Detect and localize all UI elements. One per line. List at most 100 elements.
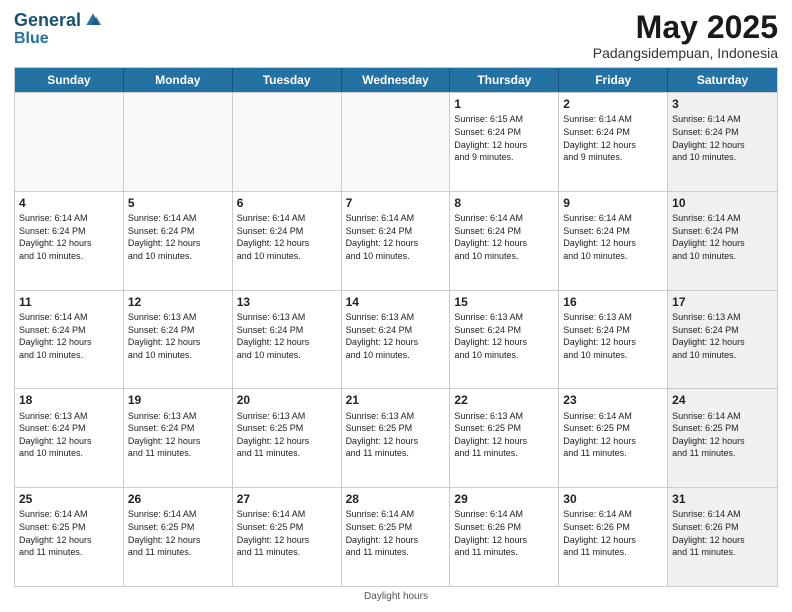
day-info: Sunrise: 6:13 AM Sunset: 6:25 PM Dayligh… — [237, 410, 337, 460]
day-info: Sunrise: 6:13 AM Sunset: 6:25 PM Dayligh… — [346, 410, 446, 460]
day-info: Sunrise: 6:14 AM Sunset: 6:24 PM Dayligh… — [128, 212, 228, 262]
day-number: 15 — [454, 294, 554, 310]
day-info: Sunrise: 6:14 AM Sunset: 6:24 PM Dayligh… — [19, 212, 119, 262]
day-number: 18 — [19, 392, 119, 408]
table-row: 7Sunrise: 6:14 AM Sunset: 6:24 PM Daylig… — [342, 192, 451, 290]
day-info: Sunrise: 6:14 AM Sunset: 6:24 PM Dayligh… — [237, 212, 337, 262]
day-number: 31 — [672, 491, 773, 507]
table-row: 20 Sunrise: 6:13 AM Sunset: 6:25 PM Dayli… — [233, 389, 342, 487]
table-row: 4Sunrise: 6:14 AM Sunset: 6:24 PM Daylig… — [15, 192, 124, 290]
day-number: 21 — [346, 392, 446, 408]
page: General Blue May 2025 Padangsidempuan, I… — [0, 0, 792, 612]
day-info: Sunrise: 6:14 AM Sunset: 6:24 PM Dayligh… — [19, 311, 119, 361]
calendar-row-1: 4Sunrise: 6:14 AM Sunset: 6:24 PM Daylig… — [15, 191, 777, 290]
day-info: Sunrise: 6:13 AM Sunset: 6:24 PM Dayligh… — [346, 311, 446, 361]
table-row: 12Sunrise: 6:13 AM Sunset: 6:24 PM Dayli… — [124, 291, 233, 389]
table-row: 19 Sunrise: 6:13 AM Sunset: 6:24 PM Dayli… — [124, 389, 233, 487]
table-row: 18 Sunrise: 6:13 AM Sunset: 6:24 PM Dayli… — [15, 389, 124, 487]
table-row: 17Sunrise: 6:13 AM Sunset: 6:24 PM Dayli… — [668, 291, 777, 389]
location-subtitle: Padangsidempuan, Indonesia — [593, 45, 778, 61]
day-number: 14 — [346, 294, 446, 310]
day-number: 7 — [346, 195, 446, 211]
day-info: Sunrise: 6:14 AM Sunset: 6:25 PM Dayligh… — [346, 508, 446, 558]
table-row: 5Sunrise: 6:14 AM Sunset: 6:24 PM Daylig… — [124, 192, 233, 290]
day-number: 30 — [563, 491, 663, 507]
day-info: Sunrise: 6:14 AM Sunset: 6:24 PM Dayligh… — [346, 212, 446, 262]
day-info: Sunrise: 6:14 AM Sunset: 6:25 PM Dayligh… — [19, 508, 119, 558]
day-info: Sunrise: 6:14 AM Sunset: 6:25 PM Dayligh… — [237, 508, 337, 558]
day-number: 13 — [237, 294, 337, 310]
day-number: 1 — [454, 96, 554, 112]
calendar: SundayMondayTuesdayWednesdayThursdayFrid… — [14, 67, 778, 587]
day-number: 29 — [454, 491, 554, 507]
day-info: Sunrise: 6:13 AM Sunset: 6:24 PM Dayligh… — [237, 311, 337, 361]
table-row: 23 Sunrise: 6:14 AM Sunset: 6:25 PM Dayli… — [559, 389, 668, 487]
day-info: Sunrise: 6:14 AM Sunset: 6:24 PM Dayligh… — [672, 212, 773, 262]
table-row: 13Sunrise: 6:13 AM Sunset: 6:24 PM Dayli… — [233, 291, 342, 389]
day-number: 17 — [672, 294, 773, 310]
day-info: Sunrise: 6:14 AM Sunset: 6:26 PM Dayligh… — [672, 508, 773, 558]
footer-note: Daylight hours — [14, 591, 778, 602]
day-info: Sunrise: 6:14 AM Sunset: 6:25 PM Dayligh… — [672, 410, 773, 460]
table-row: 3Sunrise: 6:14 AM Sunset: 6:24 PM Daylig… — [668, 93, 777, 191]
calendar-header: SundayMondayTuesdayWednesdayThursdayFrid… — [15, 68, 777, 92]
day-number: 5 — [128, 195, 228, 211]
day-number: 22 — [454, 392, 554, 408]
day-info: Sunrise: 6:13 AM Sunset: 6:24 PM Dayligh… — [563, 311, 663, 361]
table-row: 8Sunrise: 6:14 AM Sunset: 6:24 PM Daylig… — [450, 192, 559, 290]
day-info: Sunrise: 6:13 AM Sunset: 6:24 PM Dayligh… — [19, 410, 119, 460]
day-number: 6 — [237, 195, 337, 211]
day-info: Sunrise: 6:15 AM Sunset: 6:24 PM Dayligh… — [454, 113, 554, 163]
day-number: 20 — [237, 392, 337, 408]
header-day-monday: Monday — [124, 68, 233, 92]
table-row — [233, 93, 342, 191]
day-number: 2 — [563, 96, 663, 112]
logo-text-blue: Blue — [14, 30, 49, 47]
table-row — [15, 93, 124, 191]
table-row: 27Sunrise: 6:14 AM Sunset: 6:25 PM Dayli… — [233, 488, 342, 586]
calendar-row-3: 18 Sunrise: 6:13 AM Sunset: 6:24 PM Dayli… — [15, 388, 777, 487]
day-number: 28 — [346, 491, 446, 507]
day-info: Sunrise: 6:14 AM Sunset: 6:26 PM Dayligh… — [563, 508, 663, 558]
header-day-tuesday: Tuesday — [233, 68, 342, 92]
logo: General Blue — [14, 10, 103, 48]
day-info: Sunrise: 6:14 AM Sunset: 6:25 PM Dayligh… — [563, 410, 663, 460]
day-info: Sunrise: 6:14 AM Sunset: 6:24 PM Dayligh… — [563, 113, 663, 163]
table-row: 25Sunrise: 6:14 AM Sunset: 6:25 PM Dayli… — [15, 488, 124, 586]
day-number: 10 — [672, 195, 773, 211]
calendar-row-4: 25Sunrise: 6:14 AM Sunset: 6:25 PM Dayli… — [15, 487, 777, 586]
day-number: 23 — [563, 392, 663, 408]
table-row: 1Sunrise: 6:15 AM Sunset: 6:24 PM Daylig… — [450, 93, 559, 191]
calendar-row-0: 1Sunrise: 6:15 AM Sunset: 6:24 PM Daylig… — [15, 92, 777, 191]
day-number: 4 — [19, 195, 119, 211]
header-day-wednesday: Wednesday — [342, 68, 451, 92]
table-row: 14Sunrise: 6:13 AM Sunset: 6:24 PM Dayli… — [342, 291, 451, 389]
header-day-sunday: Sunday — [15, 68, 124, 92]
table-row: 31Sunrise: 6:14 AM Sunset: 6:26 PM Dayli… — [668, 488, 777, 586]
month-title: May 2025 — [593, 10, 778, 45]
header-day-thursday: Thursday — [450, 68, 559, 92]
logo-text-general: General — [14, 11, 81, 29]
table-row: 30Sunrise: 6:14 AM Sunset: 6:26 PM Dayli… — [559, 488, 668, 586]
day-number: 24 — [672, 392, 773, 408]
table-row: 2Sunrise: 6:14 AM Sunset: 6:24 PM Daylig… — [559, 93, 668, 191]
day-number: 12 — [128, 294, 228, 310]
day-info: Sunrise: 6:13 AM Sunset: 6:24 PM Dayligh… — [672, 311, 773, 361]
day-info: Sunrise: 6:14 AM Sunset: 6:24 PM Dayligh… — [454, 212, 554, 262]
day-number: 27 — [237, 491, 337, 507]
logo-icon — [83, 10, 103, 30]
day-info: Sunrise: 6:13 AM Sunset: 6:24 PM Dayligh… — [128, 410, 228, 460]
day-info: Sunrise: 6:13 AM Sunset: 6:24 PM Dayligh… — [128, 311, 228, 361]
table-row: 11Sunrise: 6:14 AM Sunset: 6:24 PM Dayli… — [15, 291, 124, 389]
day-info: Sunrise: 6:13 AM Sunset: 6:24 PM Dayligh… — [454, 311, 554, 361]
table-row: 21 Sunrise: 6:13 AM Sunset: 6:25 PM Dayli… — [342, 389, 451, 487]
day-info: Sunrise: 6:14 AM Sunset: 6:26 PM Dayligh… — [454, 508, 554, 558]
day-info: Sunrise: 6:14 AM Sunset: 6:24 PM Dayligh… — [672, 113, 773, 163]
day-number: 19 — [128, 392, 228, 408]
table-row: 9Sunrise: 6:14 AM Sunset: 6:24 PM Daylig… — [559, 192, 668, 290]
table-row: 6Sunrise: 6:14 AM Sunset: 6:24 PM Daylig… — [233, 192, 342, 290]
calendar-row-2: 11Sunrise: 6:14 AM Sunset: 6:24 PM Dayli… — [15, 290, 777, 389]
calendar-body: 1Sunrise: 6:15 AM Sunset: 6:24 PM Daylig… — [15, 92, 777, 586]
day-info: Sunrise: 6:14 AM Sunset: 6:25 PM Dayligh… — [128, 508, 228, 558]
day-number: 11 — [19, 294, 119, 310]
